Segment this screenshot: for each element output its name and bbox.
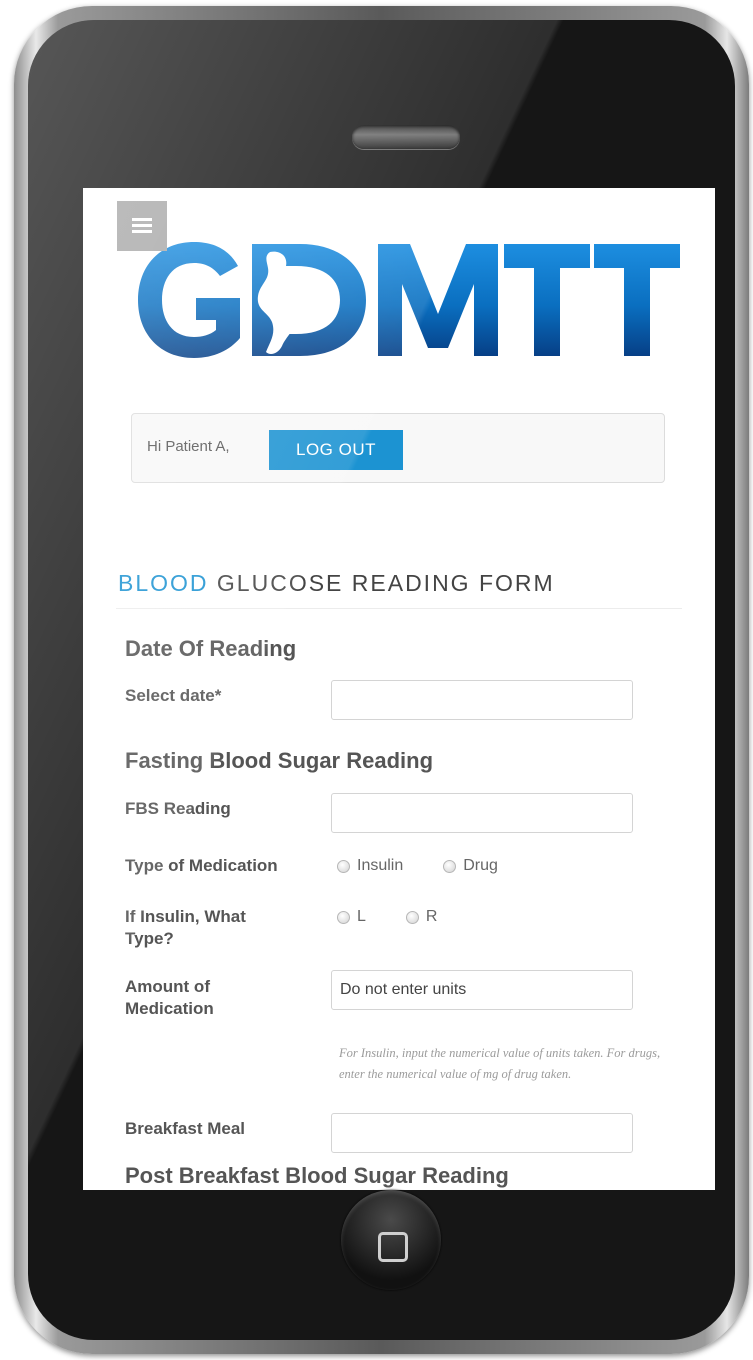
- menu-toggle-button[interactable]: [117, 201, 167, 251]
- medication-type-label: Type of Medication: [125, 856, 278, 875]
- hamburger-icon-bar: [132, 230, 152, 233]
- form-title: BLOOD GLUCOSE READING FORM: [118, 570, 555, 597]
- form-title-accent: BLOOD: [118, 570, 209, 596]
- fbs-reading-input[interactable]: [331, 793, 633, 833]
- select-date-label: Select date*: [125, 686, 222, 705]
- medication-amount-input[interactable]: [331, 970, 633, 1010]
- breakfast-meal-label: Breakfast Meal: [125, 1119, 246, 1138]
- user-greeting-panel: Hi Patient A, LOG OUT: [131, 413, 665, 483]
- radio-button-icon[interactable]: [337, 859, 350, 873]
- phone-bezel: Hi Patient A, LOG OUT BLOOD GLUCOSE READ…: [28, 20, 735, 1340]
- radio-insulin-l[interactable]: L: [337, 908, 366, 926]
- fbs-reading-label: FBS Reading: [125, 799, 231, 818]
- radio-insulin[interactable]: Insulin: [337, 857, 403, 875]
- insulin-type-label: If Insulin, What Type?: [125, 907, 246, 948]
- radio-button-icon[interactable]: [337, 910, 350, 924]
- radio-l-label: L: [357, 908, 366, 925]
- medication-amount-label: Amount of Medication: [125, 977, 214, 1018]
- form-title-rest: GLUCOSE READING FORM: [216, 570, 555, 596]
- select-date-input[interactable]: [331, 680, 633, 720]
- hamburger-icon-bar: [132, 224, 152, 227]
- breakfast-meal-input[interactable]: [331, 1113, 633, 1153]
- medication-type-radio-group: Insulin Drug: [337, 857, 498, 875]
- home-button[interactable]: [341, 1190, 441, 1290]
- insulin-type-radio-group: L R: [337, 908, 437, 926]
- logout-button[interactable]: LOG OUT: [269, 430, 403, 470]
- hamburger-icon: [132, 218, 152, 221]
- medication-amount-help-text: For Insulin, input the numerical value o…: [339, 1046, 661, 1081]
- speaker-grille: [352, 125, 460, 149]
- greeting-text: Hi Patient A,: [147, 438, 230, 455]
- section-heading-post-breakfast: Post Breakfast Blood Sugar Reading: [125, 1163, 509, 1188]
- divider: [116, 608, 682, 609]
- screen: Hi Patient A, LOG OUT BLOOD GLUCOSE READ…: [83, 188, 715, 1190]
- radio-drug-label: Drug: [463, 857, 498, 874]
- radio-insulin-r[interactable]: R: [405, 908, 438, 926]
- phone-frame: Hi Patient A, LOG OUT BLOOD GLUCOSE READ…: [14, 6, 749, 1354]
- radio-r-label: R: [425, 908, 438, 925]
- radio-button-icon[interactable]: [443, 859, 457, 873]
- gdmtt-logo: [138, 242, 680, 358]
- radio-insulin-label: Insulin: [357, 857, 404, 874]
- radio-drug[interactable]: Drug: [443, 857, 498, 875]
- section-heading-fasting: Fasting Blood Sugar Reading: [125, 748, 434, 773]
- section-heading-date: Date Of Reading: [125, 636, 297, 661]
- home-square-icon: [378, 1232, 408, 1262]
- radio-button-icon[interactable]: [405, 910, 419, 924]
